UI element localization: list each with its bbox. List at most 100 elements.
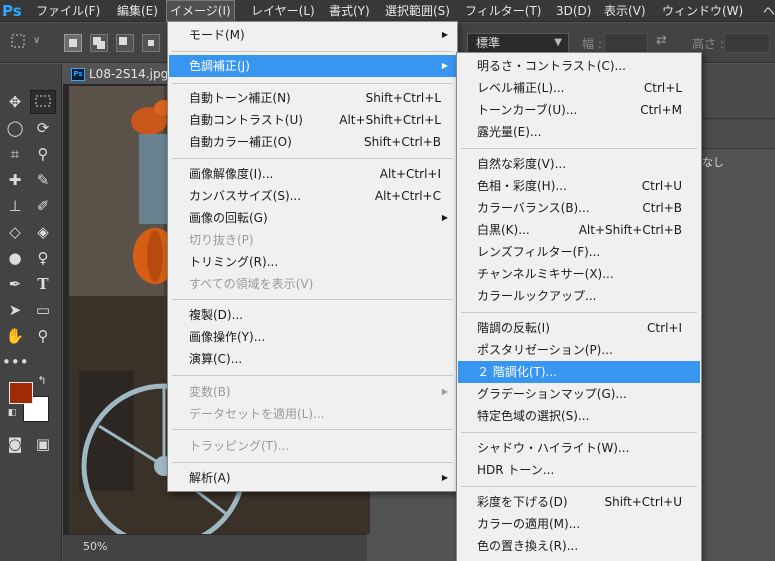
submenu-arrow-icon: ▶ [441, 473, 448, 482]
panel-body [700, 150, 775, 561]
zoom-level[interactable]: 50% [83, 540, 107, 553]
path-selection-tool-icon[interactable]: ➤ [2, 298, 28, 322]
menu-item-apply-image[interactable]: 画像操作(Y)... [169, 326, 458, 348]
menu-item-replace-color[interactable]: 色の置き換え(R)... [458, 535, 700, 557]
more-tools-icon[interactable]: ••• [2, 350, 29, 374]
menu-item-auto-contrast[interactable]: 自動コントラスト(U) Alt+Shift+Ctrl+L [169, 109, 458, 131]
menu-item-exposure[interactable]: 露光量(E)... [458, 121, 700, 143]
menu-item-invert[interactable]: 階調の反転(I) Ctrl+I [458, 317, 700, 339]
blur-tool-icon[interactable]: ● [2, 246, 28, 270]
panel-tabs[interactable] [700, 119, 775, 149]
menu-item-auto-tone[interactable]: 自動トーン補正(N) Shift+Ctrl+L [169, 87, 458, 109]
brush-tool-icon[interactable]: ✎ [30, 168, 56, 192]
menu-separator [172, 83, 453, 84]
menu-item-curves[interactable]: トーンカーブ(U)... Ctrl+M [458, 99, 700, 121]
toolbar: ✥ ◯ ⟳ ⌗ ⚲ ✚ ✎ ⊥ ✐ ◇ ◈ ● ♀ ✒ T ➤ ▭ ✋ ⚲ ••… [0, 64, 62, 561]
menu-item-selective-color[interactable]: 特定色域の選択(S)... [458, 405, 700, 427]
foreground-color-swatch[interactable] [9, 382, 33, 404]
menu-item-image-size[interactable]: 画像解像度(I)... Alt+Ctrl+I [169, 163, 458, 185]
menu-item-posterize[interactable]: ポスタリゼーション(P)... [458, 339, 700, 361]
menu-item-channel-mixer[interactable]: チャンネルミキサー(X)... [458, 263, 700, 285]
menu-item-hdr-toning[interactable]: HDR トーン... [458, 459, 700, 481]
lasso-tool-icon[interactable]: ◯ [2, 116, 28, 140]
menu-separator [172, 299, 453, 300]
healing-brush-tool-icon[interactable]: ✚ [2, 168, 28, 192]
type-tool-icon[interactable]: T [30, 272, 56, 296]
zoom-tool-icon[interactable]: ⚲ [30, 324, 56, 348]
style-select[interactable]: 標準 ▼ [467, 33, 569, 53]
menu-select[interactable]: 選択範囲(S) [382, 0, 453, 22]
menu-item-crop: 切り抜き(P) [189, 233, 254, 247]
chevron-down-icon[interactable]: ∨ [33, 35, 40, 46]
menu-file[interactable]: ファイル(F) [33, 0, 103, 22]
menu-window[interactable]: ウィンドウ(W) [659, 0, 746, 22]
screen-mode-icon[interactable]: ▣ [30, 432, 56, 456]
rectangular-marquee-tool-icon[interactable] [30, 90, 56, 114]
document-tab[interactable]: Ps L08-2S14.jpg [63, 64, 183, 84]
menu-3d[interactable]: 3D(D) [553, 0, 594, 22]
rectangle-tool-icon[interactable]: ▭ [30, 298, 56, 322]
hand-tool-icon[interactable]: ✋ [2, 324, 28, 348]
quick-selection-tool-icon[interactable]: ⟳ [30, 116, 56, 140]
panel-header [700, 64, 775, 119]
menu-item-auto-color[interactable]: 自動カラー補正(O) Shift+Ctrl+B [169, 131, 458, 153]
menu-item-mode[interactable]: モード(M) ▶ [169, 24, 458, 46]
menu-view[interactable]: 表示(V) [601, 0, 649, 22]
menu-layer[interactable]: レイヤー(L) [248, 0, 318, 22]
quick-mask-icon[interactable]: ◙ [2, 432, 28, 456]
menu-separator [172, 429, 453, 430]
swap-arrows-icon[interactable]: ⇄ [656, 33, 667, 48]
add-to-selection-button[interactable] [90, 34, 108, 52]
move-tool-icon[interactable]: ✥ [2, 90, 28, 114]
menu-item-analysis[interactable]: 解析(A) ▶ [169, 467, 458, 489]
width-label: 幅 : [582, 37, 602, 51]
new-selection-button[interactable] [64, 34, 82, 52]
chevron-down-icon: ▼ [554, 37, 562, 48]
pen-tool-icon[interactable]: ✒ [2, 272, 28, 296]
status-bar: 50% [63, 534, 367, 561]
menu-item-color-lookup[interactable]: カラールックアップ... [458, 285, 700, 307]
menu-item-shadows-highlights[interactable]: シャドウ・ハイライト(W)... [458, 437, 700, 459]
menu-item-reveal-all: すべての領域を表示(V) [189, 277, 314, 291]
eraser-tool-icon[interactable]: ◇ [2, 220, 28, 244]
menu-item-threshold[interactable]: ２ 階調化(T)... [458, 361, 700, 383]
menu-item-brightness-contrast[interactable]: 明るさ・コントラスト(C)... [458, 55, 700, 77]
menu-item-adjustments[interactable]: 色調補正(J) ▶ [169, 55, 458, 77]
menu-item-color-balance[interactable]: カラーバランス(B)... Ctrl+B [458, 197, 700, 219]
crop-tool-icon[interactable]: ⌗ [2, 142, 28, 166]
width-field[interactable] [604, 33, 648, 53]
subtract-from-selection-button[interactable] [116, 34, 134, 52]
menu-item-gradient-map[interactable]: グラデーションマップ(G)... [458, 383, 700, 405]
menu-item-hue-saturation[interactable]: 色相・彩度(H)... Ctrl+U [458, 175, 700, 197]
menu-item-image-rotation[interactable]: 画像の回転(G) ▶ [169, 207, 458, 229]
marquee-tool-preset-icon[interactable] [10, 33, 28, 51]
menu-item-trim[interactable]: トリミング(R)... [169, 251, 458, 273]
menu-item-calculations[interactable]: 演算(C)... [169, 348, 458, 370]
menu-item-match-color[interactable]: カラーの適用(M)... [458, 513, 700, 535]
menu-edit[interactable]: 編集(E) [114, 0, 161, 22]
submenu-arrow-icon: ▶ [441, 61, 448, 70]
default-colors-icon[interactable]: ◧ [4, 406, 20, 420]
clone-stamp-tool-icon[interactable]: ⊥ [2, 194, 28, 218]
menu-item-canvas-size[interactable]: カンバスサイズ(S)... Alt+Ctrl+C [169, 185, 458, 207]
menu-item-levels[interactable]: レベル補正(L)... Ctrl+L [458, 77, 700, 99]
menu-image[interactable]: イメージ(I) [166, 0, 235, 22]
submenu-arrow-icon: ▶ [441, 213, 448, 222]
menu-item-duplicate[interactable]: 複製(D)... [169, 304, 458, 326]
eyedropper-tool-icon[interactable]: ⚲ [30, 142, 56, 166]
menu-item-photo-filter[interactable]: レンズフィルター(F)... [458, 241, 700, 263]
swap-colors-icon[interactable]: ↰ [34, 374, 50, 388]
dodge-tool-icon[interactable]: ♀ [30, 246, 56, 270]
menu-help[interactable]: ヘ [760, 0, 775, 22]
height-field[interactable] [724, 33, 770, 53]
menu-type[interactable]: 書式(Y) [326, 0, 373, 22]
paint-bucket-tool-icon[interactable]: ◈ [30, 220, 56, 244]
menu-item-vibrance[interactable]: 自然な彩度(V)... [458, 153, 700, 175]
menu-item-black-white[interactable]: 白黒(K)... Alt+Shift+Ctrl+B [458, 219, 700, 241]
panel-partial-text: なし [702, 156, 724, 169]
menu-filter[interactable]: フィルター(T) [462, 0, 544, 22]
intersect-selection-button[interactable] [142, 34, 160, 52]
history-brush-tool-icon[interactable]: ✐ [30, 194, 56, 218]
menu-item-desaturate[interactable]: 彩度を下げる(D) Shift+Ctrl+U [458, 491, 700, 513]
image-menu-dropdown: モード(M) ▶ 色調補正(J) ▶ 自動トーン補正(N) Shift+Ctrl+L … [167, 21, 458, 492]
